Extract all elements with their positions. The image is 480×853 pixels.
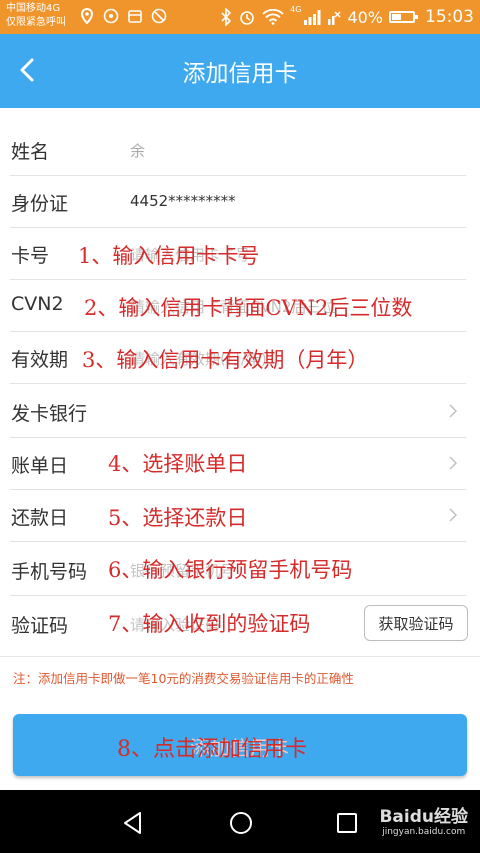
network-type: 4G: [290, 5, 302, 14]
repay-day-row[interactable]: 还款日 5、选择还款日: [0, 490, 480, 542]
cvn2-label: CVN2: [11, 293, 64, 315]
bluetooth-icon: [221, 8, 232, 26]
system-status: 4G 40% 15:03: [220, 0, 474, 34]
divider: [10, 541, 466, 542]
id-label: 身份证: [11, 193, 69, 215]
card-number-label: 卡号: [11, 245, 50, 267]
annotation-2: 2、输入信用卡背面CVN2后三位数: [84, 296, 413, 320]
app-notification-icon: [102, 7, 120, 25]
get-code-button[interactable]: 获取验证码: [364, 605, 468, 641]
nav-home-icon[interactable]: [228, 810, 254, 836]
navigation-bar: Baidu经验 jingyan.baidu.com: [0, 790, 480, 853]
name-row: 姓名 余: [0, 124, 480, 176]
battery-percent: 40%: [347, 7, 383, 27]
battery-icon: [389, 11, 418, 23]
annotation-7: 7、输入收到的验证码: [108, 612, 311, 636]
location-icon: [78, 7, 96, 25]
card-number-row: 卡号 请输入信用卡卡号 1、输入信用卡卡号: [0, 228, 480, 280]
divider: [10, 383, 466, 384]
nav-back-icon[interactable]: [120, 810, 146, 836]
watermark-sub: jingyan.baidu.com: [382, 827, 466, 837]
calendar-icon: [126, 7, 144, 25]
status-bar: 中国移动4G 仅限紧急呼叫 4G 40% 15:03: [0, 0, 480, 34]
carrier-line-1: 中国移动4G: [6, 3, 61, 14]
alarm-icon: [240, 11, 254, 25]
id-row: 身份证 4452*********: [0, 176, 480, 228]
expiry-label: 有效期: [11, 349, 69, 371]
page-title: 添加信用卡: [182, 61, 298, 87]
phone-label: 手机号码: [11, 561, 88, 583]
bill-day-row[interactable]: 账单日 4、选择账单日: [0, 438, 480, 490]
bill-day-label: 账单日: [11, 455, 69, 477]
carrier-info: 中国移动4G 仅限紧急呼叫: [6, 2, 66, 30]
annotation-5: 5、选择还款日: [108, 506, 248, 530]
watermark-main: Baidu经验: [379, 807, 468, 827]
chevron-right-icon: [449, 456, 458, 470]
id-value: 4452*********: [130, 192, 236, 210]
name-label: 姓名: [11, 141, 50, 163]
annotation-6: 6、输入银行预留手机号码: [108, 558, 353, 582]
name-value: 余: [130, 142, 146, 160]
verification-code-label: 验证码: [11, 615, 69, 637]
signal-no-sim-icon: [328, 11, 341, 25]
divider: [10, 595, 466, 596]
carrier-line-2: 仅限紧急呼叫: [6, 17, 66, 28]
signal-icon: [304, 10, 321, 25]
repay-day-label: 还款日: [11, 507, 69, 529]
title-bar: 添加信用卡: [0, 34, 480, 108]
verification-code-row: 验证码 请输入验证码 7、输入收到的验证码 获取验证码: [0, 598, 480, 650]
annotation-3: 3、输入信用卡有效期（月年）: [82, 348, 369, 372]
blocked-icon: [150, 7, 168, 25]
clock: 15:03: [425, 7, 474, 27]
nav-recents-icon[interactable]: [334, 810, 360, 836]
issuing-bank-row[interactable]: 发卡银行: [0, 386, 480, 438]
baidu-watermark: Baidu经验 jingyan.baidu.com: [379, 802, 468, 837]
cvn2-row: CVN2 请输入信用卡背面CVN2后三位 2、输入信用卡背面CVN2后三位数: [0, 280, 480, 332]
battery-level: [392, 14, 401, 20]
divider: [0, 656, 480, 657]
phone-row: 手机号码 银行预留手机号 6、输入银行预留手机号码: [0, 544, 480, 596]
chevron-right-icon: [449, 404, 458, 418]
notification-icons: [78, 7, 168, 25]
notice-text: 注：添加信用卡即做一笔10元的消费交易验证信用卡的正确性: [13, 671, 354, 686]
chevron-right-icon: [449, 508, 458, 522]
annotation-1: 1、输入信用卡卡号: [78, 244, 260, 268]
wifi-icon: [262, 9, 284, 25]
annotation-4: 4、选择账单日: [108, 452, 248, 476]
annotation-8: 8、点击添加信用卡: [117, 737, 307, 762]
add-card-button[interactable]: 添加信用卡 8、点击添加信用卡: [13, 714, 467, 776]
issuing-bank-label: 发卡银行: [11, 403, 88, 425]
expiry-row: 有效期 请输入有效期(月/年) 3、输入信用卡有效期（月年）: [0, 332, 480, 384]
